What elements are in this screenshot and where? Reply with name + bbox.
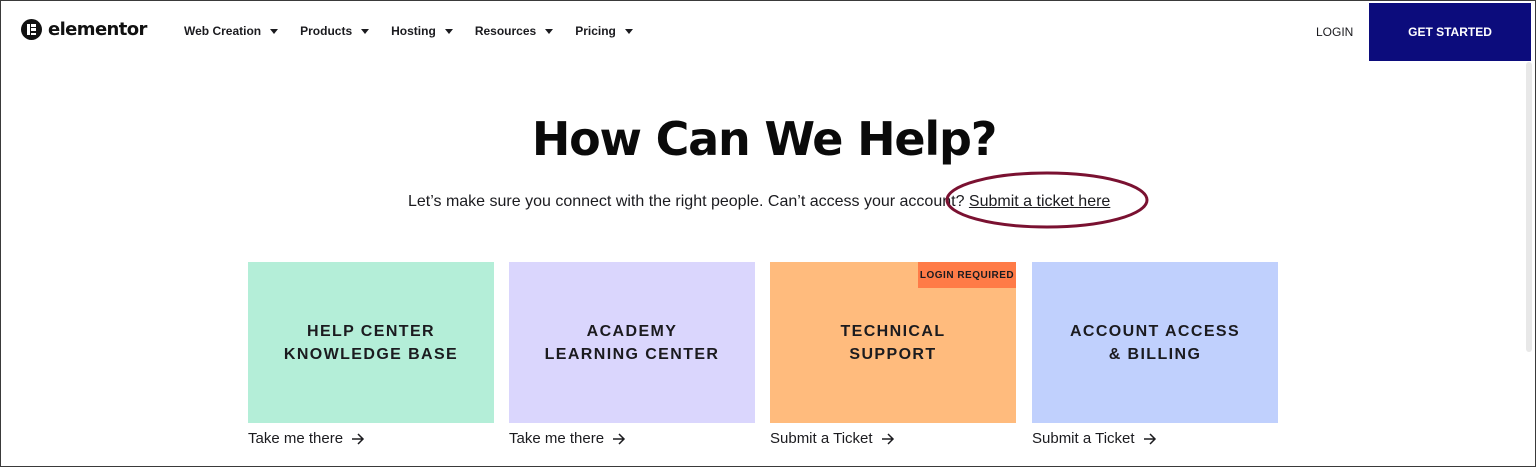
card-link-label: Take me there — [248, 430, 344, 447]
account-billing-link[interactable]: Submit a Ticket — [1032, 430, 1157, 447]
card-title-line: SUPPORT — [849, 345, 937, 363]
nav-item-label: Pricing — [575, 24, 616, 38]
caret-down-icon — [361, 28, 370, 34]
page-title: How Can We Help? — [531, 112, 998, 166]
screenshot-frame — [0, 0, 1536, 467]
nav-item-resources[interactable]: Resources — [474, 24, 554, 38]
arrow-right-icon — [881, 432, 894, 445]
caret-down-icon — [545, 28, 554, 34]
technical-support-link[interactable]: Submit a Ticket — [770, 430, 895, 447]
nav-item-products[interactable]: Products — [300, 24, 370, 38]
caret-down-icon — [444, 28, 453, 34]
nav-item-web-creation[interactable]: Web Creation — [184, 24, 279, 38]
get-started-button[interactable]: GET STARTED — [1369, 3, 1531, 61]
card-title-line: HELP CENTER — [306, 322, 435, 340]
card-title: TECHNICAL SUPPORT — [840, 320, 945, 366]
nav-item-hosting[interactable]: Hosting — [391, 24, 453, 38]
submit-ticket-link[interactable]: Submit a ticket here — [969, 193, 1110, 210]
card-title: ACCOUNT ACCESS & BILLING — [1070, 320, 1240, 366]
academy-card[interactable]: ACADEMY LEARNING CENTER — [509, 262, 755, 423]
nav-item-label: Web Creation — [184, 24, 262, 38]
logo-wordmark: elementor — [48, 19, 147, 40]
nav-item-label: Products — [300, 24, 353, 38]
nav-item-pricing[interactable]: Pricing — [575, 24, 633, 38]
help-center-link[interactable]: Take me there — [248, 430, 365, 447]
login-required-badge: LOGIN REQUIRED — [918, 262, 1016, 288]
account-billing-card[interactable]: ACCOUNT ACCESS & BILLING — [1032, 262, 1278, 423]
card-title-line: ACADEMY — [586, 322, 678, 340]
card-title: HELP CENTER KNOWLEDGE BASE — [284, 320, 458, 366]
card-title-line: LEARNING CENTER — [544, 345, 720, 363]
card-title: ACADEMY LEARNING CENTER — [545, 320, 720, 366]
elementor-logo-icon — [21, 19, 42, 40]
arrow-right-icon — [1143, 432, 1156, 445]
card-title-line: KNOWLEDGE BASE — [283, 345, 459, 363]
page-scrollbar[interactable] — [1526, 62, 1532, 352]
academy-link[interactable]: Take me there — [509, 430, 626, 447]
card-title-line: TECHNICAL — [840, 322, 946, 340]
nav-item-label: Hosting — [391, 24, 436, 38]
subtitle-text: Let’s make sure you connect with the rig… — [408, 193, 965, 210]
page-subtitle: Let’s make sure you connect with the rig… — [408, 193, 1110, 211]
technical-support-card[interactable]: LOGIN REQUIRED TECHNICAL SUPPORT — [770, 262, 1016, 423]
login-link[interactable]: LOGIN — [1316, 25, 1353, 39]
main-nav: Web Creation Products Hosting Resources … — [184, 24, 633, 38]
help-center-card[interactable]: HELP CENTER KNOWLEDGE BASE — [248, 262, 494, 423]
card-title-line: ACCOUNT ACCESS — [1069, 322, 1241, 340]
elementor-logo[interactable]: elementor — [21, 19, 147, 40]
arrow-right-icon — [352, 432, 365, 445]
card-link-label: Submit a Ticket — [1032, 430, 1135, 447]
card-link-label: Take me there — [509, 430, 605, 447]
card-link-label: Submit a Ticket — [770, 430, 873, 447]
site-header: elementor Web Creation Products Hosting … — [0, 0, 1536, 62]
caret-down-icon — [270, 28, 279, 34]
card-title-line: & BILLING — [1108, 345, 1202, 363]
nav-item-label: Resources — [474, 24, 537, 38]
arrow-right-icon — [613, 432, 626, 445]
caret-down-icon — [624, 28, 633, 34]
